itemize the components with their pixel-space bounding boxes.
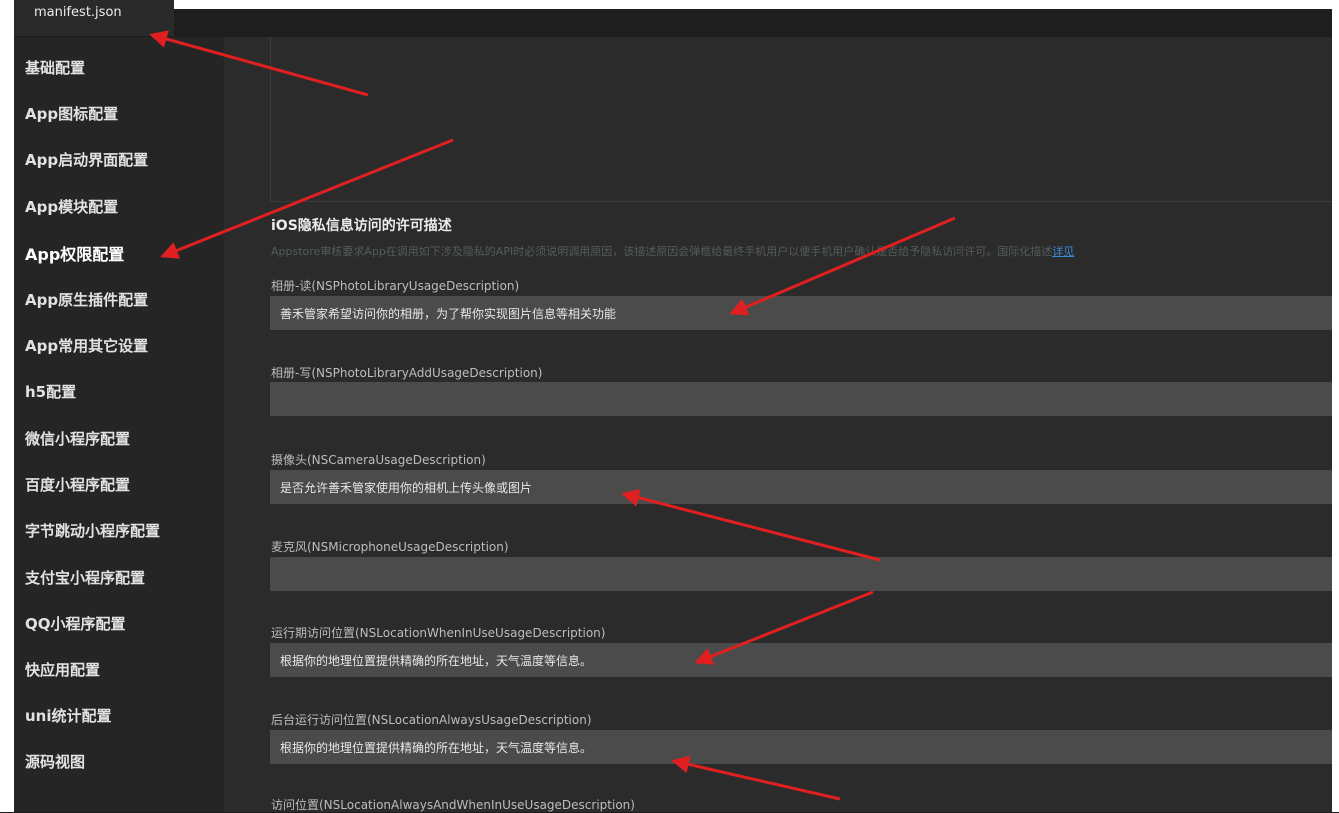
location-when-in-use-input[interactable] — [270, 643, 1332, 677]
sidebar-item-quickapp-config[interactable]: 快应用配置 — [25, 659, 100, 680]
sidebar-item-toutiao-mp-config[interactable]: 字节跳动小程序配置 — [25, 520, 160, 541]
frame-left-border — [0, 0, 14, 812]
camera-input[interactable] — [270, 470, 1332, 504]
main-panel — [224, 37, 1332, 812]
location-always-label: 后台运行访问位置(NSLocationAlwaysUsageDescriptio… — [271, 713, 592, 727]
sidebar-item-source-view[interactable]: 源码视图 — [25, 751, 85, 772]
section-title: iOS隐私信息访问的许可描述 — [271, 218, 452, 234]
section-description: Appstore审核要求App在调用如下涉及隐私的API时必须说明调用原因，该描… — [271, 243, 1074, 259]
sidebar-item-basic-config[interactable]: 基础配置 — [25, 57, 85, 78]
sidebar-item-qq-mp-config[interactable]: QQ小程序配置 — [25, 613, 126, 634]
section-description-text: Appstore审核要求App在调用如下涉及隐私的API时必须说明调用原因，该描… — [271, 245, 1053, 258]
sidebar-item-app-other-settings[interactable]: App常用其它设置 — [25, 335, 148, 356]
sidebar-item-app-splash-config[interactable]: App启动界面配置 — [25, 149, 148, 170]
sidebar-item-h5-config[interactable]: h5配置 — [25, 381, 76, 402]
photo-write-input[interactable] — [270, 382, 1332, 416]
location-always-and-when-in-use-label: 访问位置(NSLocationAlwaysAndWhenInUseUsageDe… — [271, 798, 635, 812]
details-link[interactable]: 详见 — [1052, 245, 1074, 258]
sidebar-item-app-native-plugin-config[interactable]: App原生插件配置 — [25, 289, 148, 310]
sidebar-item-uni-stat-config[interactable]: uni统计配置 — [25, 705, 112, 726]
sidebar-item-alipay-mp-config[interactable]: 支付宝小程序配置 — [25, 567, 145, 588]
photo-read-label: 相册-读(NSPhotoLibraryUsageDescription) — [271, 279, 520, 293]
sidebar-item-app-module-config[interactable]: App模块配置 — [25, 196, 118, 217]
microphone-input[interactable] — [270, 557, 1332, 591]
tab-manifest-json[interactable]: manifest.json — [14, 0, 174, 36]
panel-divider-vertical — [270, 37, 271, 202]
frame-top-border — [0, 0, 1339, 9]
camera-label: 摄像头(NSCameraUsageDescription) — [271, 453, 486, 467]
tab-bar — [14, 9, 1332, 37]
location-when-in-use-label: 运行期访问位置(NSLocationWhenInUseUsageDescript… — [271, 626, 606, 640]
panel-divider-horizontal — [270, 201, 1332, 202]
sidebar-item-weixin-mp-config[interactable]: 微信小程序配置 — [25, 428, 130, 449]
photo-write-label: 相册-写(NSPhotoLibraryAddUsageDescription) — [271, 366, 543, 380]
microphone-label: 麦克风(NSMicrophoneUsageDescription) — [271, 540, 509, 554]
location-always-input[interactable] — [270, 730, 1332, 764]
sidebar-item-app-permission-config[interactable]: App权限配置 — [25, 241, 124, 265]
photo-read-input[interactable] — [270, 296, 1332, 330]
sidebar-item-baidu-mp-config[interactable]: 百度小程序配置 — [25, 474, 130, 495]
sidebar-item-app-icon-config[interactable]: App图标配置 — [25, 103, 118, 124]
frame-right-border — [1332, 0, 1339, 812]
